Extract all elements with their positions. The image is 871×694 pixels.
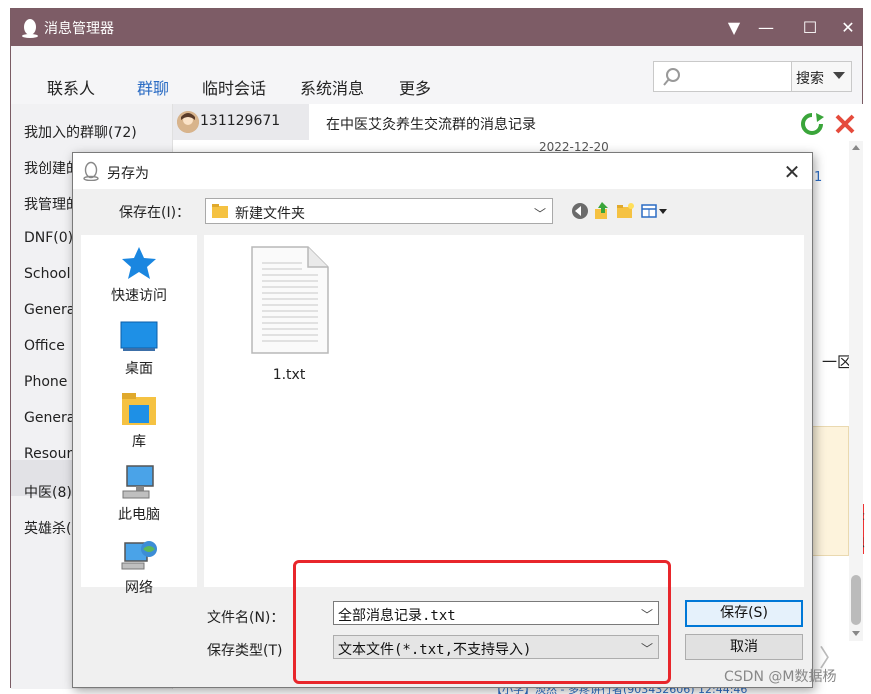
filename-label: 文件名(N)： bbox=[207, 610, 285, 626]
place-this-pc[interactable]: 此电脑 bbox=[81, 458, 197, 528]
text-file-icon bbox=[251, 246, 329, 354]
filetype-label: 保存类型(T) bbox=[207, 643, 283, 659]
messages-header: 在中医艾灸养生交流群的消息记录 bbox=[326, 117, 536, 133]
chevron-down-icon: ﹀ bbox=[533, 207, 546, 221]
quick-access-star-icon bbox=[122, 247, 156, 279]
tab-temp-chat[interactable]: 临时会话 bbox=[202, 75, 266, 99]
message-scrollbar[interactable] bbox=[849, 141, 863, 641]
dialog-close-button[interactable]: ✕ bbox=[779, 159, 805, 185]
tab-contacts[interactable]: 联系人 bbox=[47, 75, 95, 99]
folder-icon bbox=[212, 204, 228, 218]
delete-icon[interactable] bbox=[833, 112, 857, 136]
chevron-down-icon bbox=[833, 72, 845, 79]
minimize-button[interactable]: — bbox=[755, 17, 777, 39]
search-icon bbox=[663, 68, 680, 86]
place-label: 库 bbox=[132, 434, 146, 450]
this-pc-icon bbox=[122, 465, 154, 499]
maximize-button[interactable]: ☐ bbox=[799, 17, 821, 39]
group-item[interactable]: 我加入的群聊(72) bbox=[24, 122, 171, 142]
search-button[interactable]: 搜索 bbox=[791, 61, 852, 92]
save-in-value: 新建文件夹 bbox=[235, 206, 305, 222]
contact-number: 131129671 bbox=[200, 113, 281, 129]
scroll-thumb[interactable] bbox=[851, 575, 861, 625]
place-desktop[interactable]: 桌面 bbox=[81, 312, 197, 382]
save-in-label: 保存在(I)： bbox=[119, 205, 191, 221]
close-button[interactable]: ✕ bbox=[837, 17, 859, 39]
file-item[interactable]: 1.txt bbox=[244, 245, 334, 385]
qq-penguin-icon bbox=[83, 161, 99, 181]
refresh-icon[interactable] bbox=[800, 112, 824, 136]
up-folder-icon[interactable] bbox=[592, 201, 612, 221]
place-label: 网络 bbox=[125, 580, 153, 596]
message-fragment-text: 一区 bbox=[822, 353, 853, 371]
watermark: CSDN @M数据杨 bbox=[724, 669, 837, 685]
cancel-button[interactable]: 取消 bbox=[685, 634, 803, 660]
place-quick-access[interactable]: 快速访问 bbox=[81, 239, 197, 309]
contact-item[interactable]: 131129671 bbox=[173, 104, 309, 140]
new-folder-icon[interactable] bbox=[615, 201, 635, 221]
search-input[interactable] bbox=[653, 61, 792, 92]
back-icon[interactable] bbox=[570, 201, 590, 221]
scroll-up-icon[interactable] bbox=[852, 145, 860, 150]
highlight-annotation-box bbox=[293, 560, 671, 684]
manager-title: 消息管理器 bbox=[44, 21, 114, 37]
dialog-titlebar: 另存为 ✕ bbox=[73, 153, 812, 189]
save-button[interactable]: 保存(S) bbox=[685, 600, 803, 627]
place-network[interactable]: 网络 bbox=[81, 531, 197, 601]
qq-penguin-icon bbox=[22, 19, 38, 38]
dropdown-menu-icon[interactable]: ▼ bbox=[723, 17, 745, 39]
search-button-label: 搜索 bbox=[796, 71, 824, 87]
avatar bbox=[177, 111, 199, 133]
place-library[interactable]: 库 bbox=[81, 385, 197, 455]
network-icon bbox=[121, 541, 157, 570]
view-menu-icon[interactable] bbox=[640, 201, 670, 221]
message-bubble bbox=[809, 426, 849, 556]
scroll-down-icon[interactable] bbox=[852, 631, 860, 636]
tab-more[interactable]: 更多 bbox=[399, 75, 431, 99]
message-fragment-number: 1 bbox=[814, 170, 823, 185]
library-icon bbox=[122, 393, 156, 425]
place-label: 此电脑 bbox=[118, 507, 160, 523]
dialog-title: 另存为 bbox=[107, 166, 149, 182]
places-bar: 快速访问 桌面 库 此电脑 网络 bbox=[81, 235, 197, 596]
tab-system-messages[interactable]: 系统消息 bbox=[300, 75, 364, 99]
place-label: 快速访问 bbox=[111, 288, 167, 304]
save-in-dropdown[interactable]: 新建文件夹 ﹀ bbox=[205, 198, 553, 224]
file-list[interactable]: 1.txt bbox=[204, 235, 804, 587]
tab-group-chat[interactable]: 群聊 bbox=[137, 75, 169, 99]
file-name: 1.txt bbox=[272, 367, 306, 383]
place-label: 桌面 bbox=[125, 361, 153, 377]
desktop-icon bbox=[120, 321, 158, 351]
manager-titlebar: 消息管理器 ▼ — ☐ ✕ bbox=[11, 9, 862, 46]
